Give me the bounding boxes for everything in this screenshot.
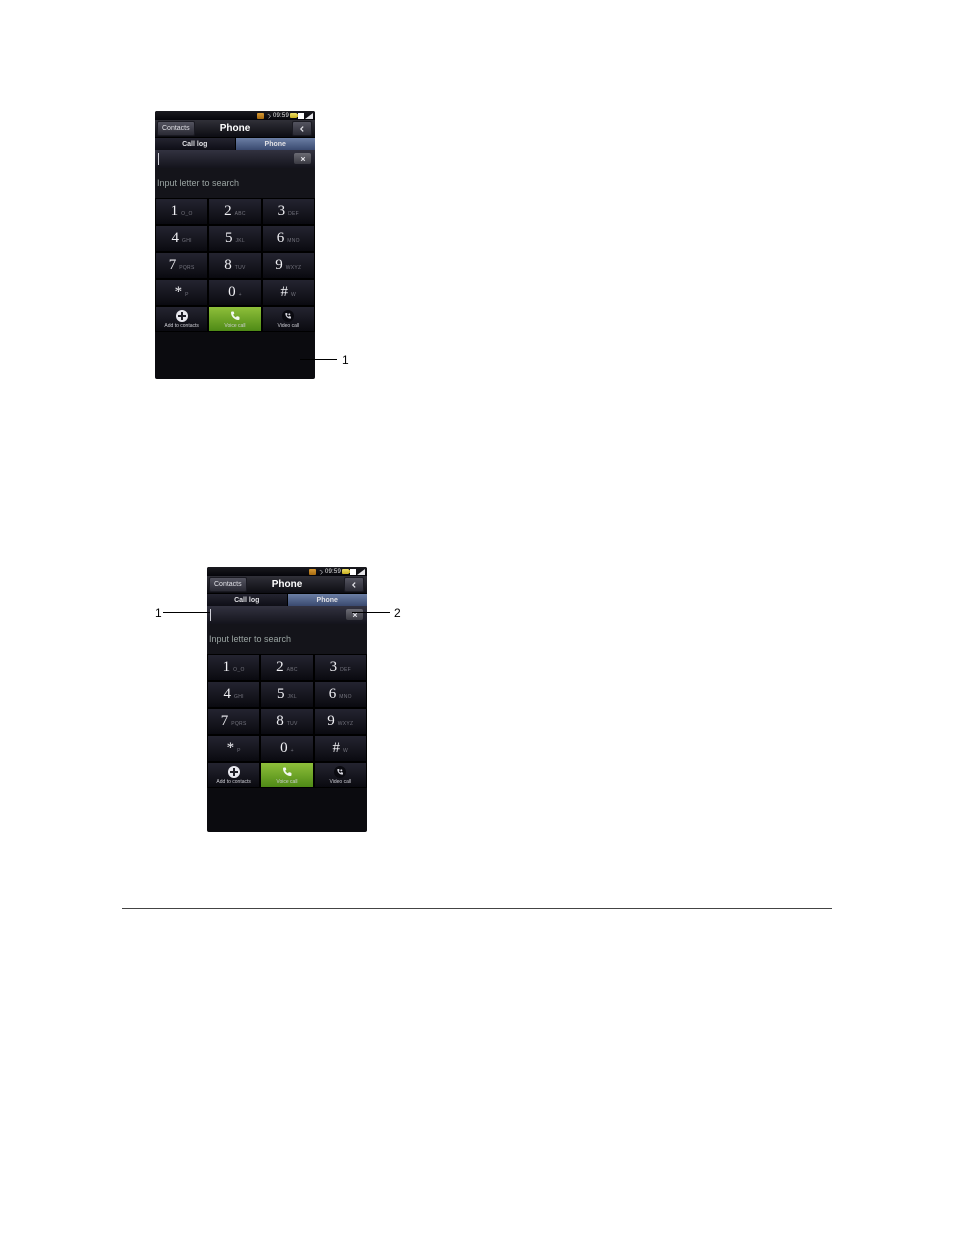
voice-call-button[interactable]: Voice call: [208, 306, 261, 332]
tab-bar: Call log Phone: [207, 594, 367, 606]
page-title: Phone: [155, 123, 315, 134]
close-icon: [300, 156, 306, 162]
annotation-2-right: 2: [394, 606, 401, 620]
phone-handset-icon: [281, 766, 293, 778]
add-to-contacts-label: Add to contacts: [216, 779, 250, 785]
text-cursor: [210, 609, 211, 621]
key-7[interactable]: 7PQRS: [155, 252, 208, 279]
leader-line: [163, 612, 210, 613]
key-9[interactable]: 9WXYZ: [262, 252, 315, 279]
collapse-button[interactable]: [344, 577, 364, 592]
clear-button[interactable]: [346, 609, 363, 620]
video-call-label: Video call: [330, 779, 352, 785]
clock: 09:59: [325, 569, 341, 575]
battery-icon: [290, 113, 297, 118]
horizontal-rule: [122, 908, 832, 909]
leader-line: [300, 359, 337, 360]
leader-line: [352, 612, 390, 613]
clock: 09:59: [273, 113, 289, 119]
page-title: Phone: [207, 579, 367, 590]
key-6[interactable]: 6MNO: [314, 681, 367, 708]
collapse-button[interactable]: [292, 121, 312, 136]
tab-bar: Call log Phone: [155, 138, 315, 150]
key-3[interactable]: 3DEF: [314, 654, 367, 681]
key-2[interactable]: 2ABC: [208, 198, 261, 225]
voice-call-button[interactable]: Voice call: [260, 762, 313, 788]
video-call-icon: [282, 310, 294, 322]
plus-circle-icon: [176, 310, 188, 322]
search-hint: Input letter to search: [207, 624, 367, 654]
tab-call-log-label: Call log: [182, 141, 207, 148]
tab-call-log[interactable]: Call log: [207, 594, 288, 606]
add-to-contacts-label: Add to contacts: [164, 323, 198, 329]
battery-icon: [342, 569, 349, 574]
annotation-1-left: 1: [155, 606, 162, 620]
key-8[interactable]: 8TUV: [208, 252, 261, 279]
title-bar: Contacts Phone: [155, 120, 315, 138]
voice-call-label: Voice call: [224, 323, 245, 329]
phone-handset-icon: [229, 310, 241, 322]
tab-phone[interactable]: Phone: [288, 594, 368, 606]
key-9[interactable]: 9WXYZ: [314, 708, 367, 735]
dial-pad: 1O_O 2ABC 3DEF 4GHI 5JKL 6MNO 7PQRS 8TUV…: [207, 654, 367, 762]
status-indicator-icon: [350, 569, 356, 575]
key-4[interactable]: 4GHI: [155, 225, 208, 252]
title-bar: Contacts Phone: [207, 576, 367, 594]
tab-phone-label: Phone: [265, 141, 286, 148]
tab-call-log[interactable]: Call log: [155, 138, 236, 150]
key-star[interactable]: *P: [155, 279, 208, 306]
key-6[interactable]: 6MNO: [262, 225, 315, 252]
chevron-left-icon: [351, 582, 357, 588]
video-call-button[interactable]: Video call: [314, 762, 367, 788]
key-5[interactable]: 5JKL: [208, 225, 261, 252]
key-1[interactable]: 1O_O: [207, 654, 260, 681]
signal-icon: [305, 113, 313, 119]
search-hint-label: Input letter to search: [157, 178, 239, 188]
status-bar: 09:59: [155, 111, 315, 120]
video-call-button[interactable]: Video call: [262, 306, 315, 332]
key-0[interactable]: 0+: [208, 279, 261, 306]
wifi-icon: [265, 113, 272, 119]
dial-pad: 1O_O 2ABC 3DEF 4GHI 5JKL 6MNO 7PQRS 8TUV…: [155, 198, 315, 306]
key-hash[interactable]: #W: [314, 735, 367, 762]
wifi-icon: [317, 569, 324, 575]
signal-icon: [357, 569, 365, 575]
status-indicator-icon: [298, 113, 304, 119]
phone-screenshot-1: 09:59 Contacts Phone Call log Phone Inpu…: [155, 111, 315, 379]
mail-icon: [309, 569, 316, 575]
mail-icon: [257, 113, 264, 119]
annotation-1: 1: [342, 353, 349, 367]
plus-circle-icon: [228, 766, 240, 778]
tab-phone-label: Phone: [317, 597, 338, 604]
key-2[interactable]: 2ABC: [260, 654, 313, 681]
key-0[interactable]: 0+: [260, 735, 313, 762]
action-bar: Add to contacts Voice call Video call: [207, 762, 367, 788]
action-bar: Add to contacts Voice call Video call: [155, 306, 315, 332]
video-call-icon: [334, 766, 346, 778]
status-bar: 09:59: [207, 567, 367, 576]
key-1[interactable]: 1O_O: [155, 198, 208, 225]
number-display[interactable]: [207, 606, 367, 624]
video-call-label: Video call: [278, 323, 300, 329]
key-star[interactable]: *P: [207, 735, 260, 762]
tab-phone[interactable]: Phone: [236, 138, 316, 150]
key-7[interactable]: 7PQRS: [207, 708, 260, 735]
phone-screenshot-2: 09:59 Contacts Phone Call log Phone Inpu…: [207, 567, 367, 832]
voice-call-label: Voice call: [276, 779, 297, 785]
key-3[interactable]: 3DEF: [262, 198, 315, 225]
key-5[interactable]: 5JKL: [260, 681, 313, 708]
tab-call-log-label: Call log: [234, 597, 259, 604]
text-cursor: [158, 153, 159, 165]
add-to-contacts-button[interactable]: Add to contacts: [207, 762, 260, 788]
search-hint-label: Input letter to search: [209, 634, 291, 644]
key-hash[interactable]: #W: [262, 279, 315, 306]
number-display[interactable]: [155, 150, 315, 168]
search-hint: Input letter to search: [155, 168, 315, 198]
key-4[interactable]: 4GHI: [207, 681, 260, 708]
add-to-contacts-button[interactable]: Add to contacts: [155, 306, 208, 332]
key-8[interactable]: 8TUV: [260, 708, 313, 735]
clear-button[interactable]: [294, 153, 311, 164]
chevron-left-icon: [299, 126, 305, 132]
